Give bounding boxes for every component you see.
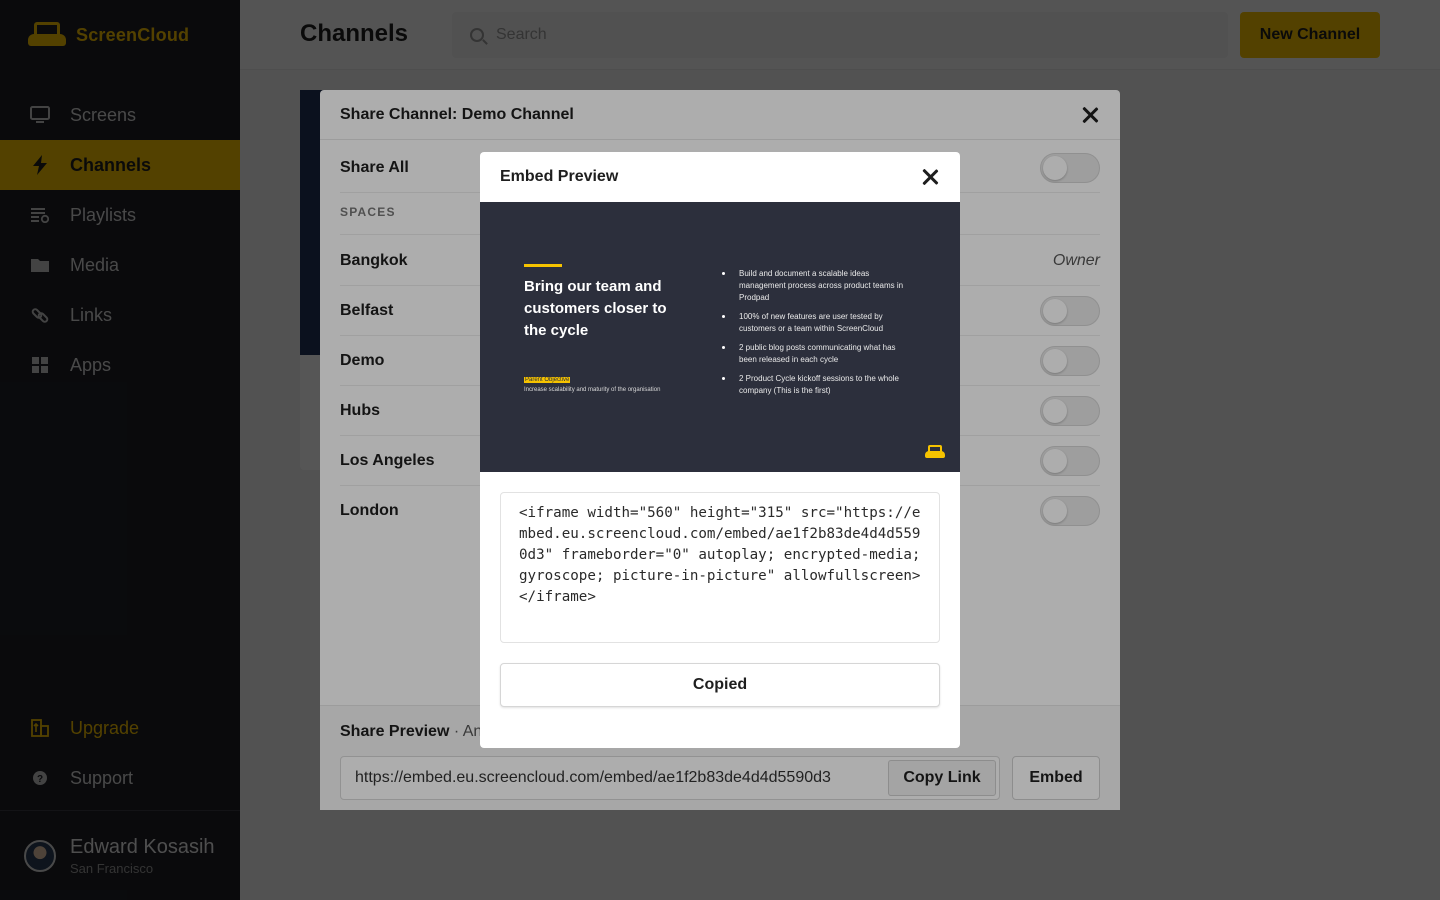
slide-bullets: Build and document a scalable ideas mana… <box>720 268 910 404</box>
screencloud-logo-icon <box>925 445 945 459</box>
embed-preview-modal: Embed Preview Bring our team and custome… <box>480 152 960 748</box>
bullet-item: 100% of new features are user tested by … <box>720 311 910 335</box>
copy-embed-button[interactable]: Copied <box>500 663 940 707</box>
objective-description: Increase scalability and maturity of the… <box>524 387 661 393</box>
embed-code-textarea[interactable]: <iframe width="560" height="315" src="ht… <box>500 492 940 643</box>
embed-modal-title: Embed Preview <box>500 168 619 185</box>
embed-modal-header: Embed Preview <box>480 152 960 202</box>
bullet-item: 2 public blog posts communicating what h… <box>720 342 910 366</box>
close-icon[interactable] <box>920 167 940 187</box>
accent-bar <box>524 264 562 267</box>
objective-tag: Parent Objective <box>524 377 571 383</box>
bullet-item: Build and document a scalable ideas mana… <box>720 268 910 304</box>
bullet-item: 2 Product Cycle kickoff sessions to the … <box>720 373 910 397</box>
slide-headline: Bring our team and customers closer to t… <box>524 278 667 339</box>
embed-preview-slide: Bring our team and customers closer to t… <box>480 202 960 472</box>
